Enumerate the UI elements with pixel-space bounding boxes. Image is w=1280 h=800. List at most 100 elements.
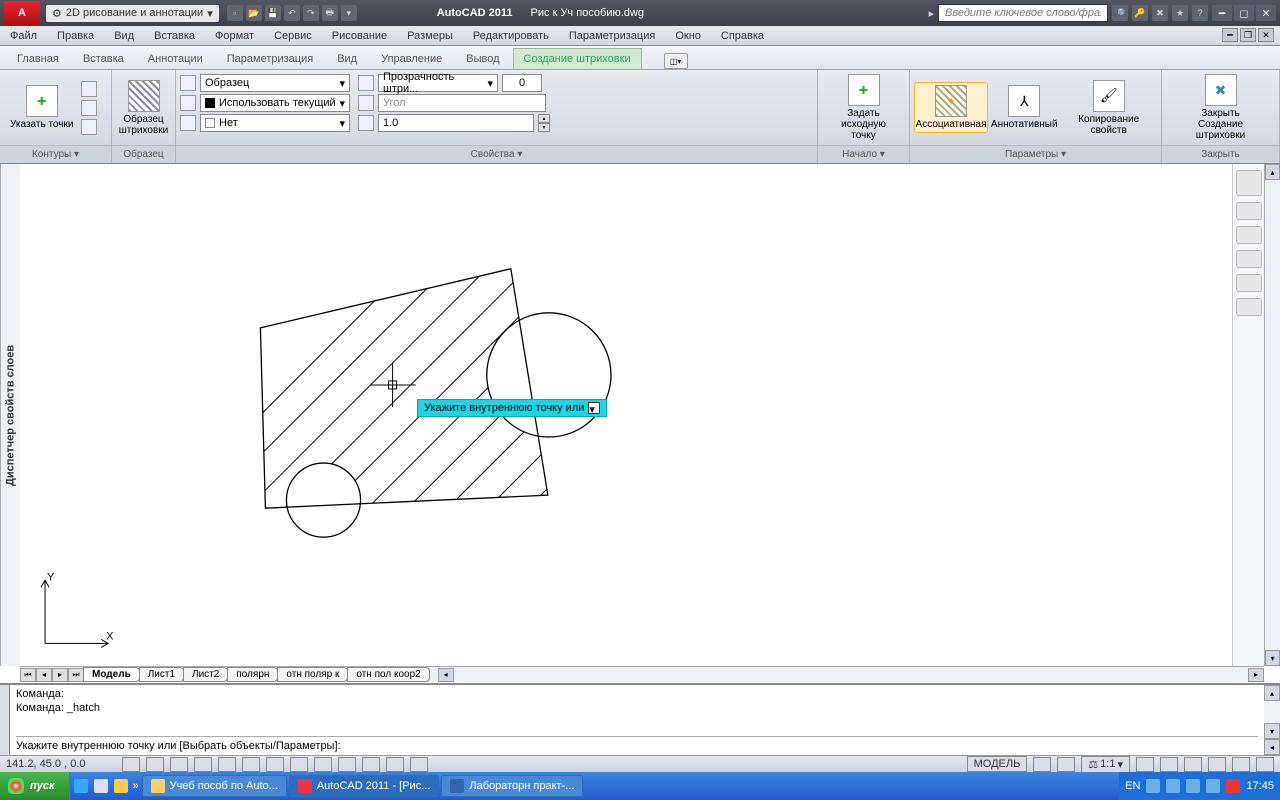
panel-boundaries-title[interactable]: Контуры ▾ xyxy=(0,145,111,163)
tray-app-icon[interactable] xyxy=(1206,779,1220,793)
toolbar-lock-icon[interactable] xyxy=(1184,757,1202,772)
tab-insert[interactable]: Вставка xyxy=(72,48,135,69)
maximize-button[interactable]: ◻ xyxy=(1234,5,1254,21)
cmd-scroll-up-icon[interactable]: ▴ xyxy=(1264,685,1280,701)
menu-parametric[interactable]: Параметризация xyxy=(569,30,655,42)
infocenter-arrow-icon[interactable]: ▸ xyxy=(928,7,934,20)
quick-view-layouts-icon[interactable] xyxy=(1033,757,1051,772)
annotation-scale[interactable]: ⚖1:1▾ xyxy=(1081,756,1130,773)
hatch-bg-combo[interactable]: Нет▾ xyxy=(200,114,350,132)
menu-dimension[interactable]: Размеры xyxy=(407,30,453,42)
tpy-icon[interactable] xyxy=(362,757,380,772)
layout-tab-polar[interactable]: полярн xyxy=(227,667,278,682)
quick-view-drawings-icon[interactable] xyxy=(1057,757,1075,772)
match-properties-button[interactable]: 🖌 Копирование свойств xyxy=(1060,78,1157,138)
language-indicator[interactable]: EN xyxy=(1125,780,1140,792)
layout-tab-relcoord[interactable]: отн пол коор2 xyxy=(347,667,429,682)
osnap-icon[interactable] xyxy=(218,757,236,772)
menu-format[interactable]: Формат xyxy=(215,30,254,42)
associative-button[interactable]: ✦ Ассоциативная xyxy=(914,82,988,133)
cmd-prompt[interactable]: Укажите внутреннюю точку или [Выбрать об… xyxy=(16,736,1258,753)
polar-icon[interactable] xyxy=(194,757,212,772)
tab-view[interactable]: Вид xyxy=(326,48,368,69)
layout-tab-model[interactable]: Модель xyxy=(83,667,140,682)
lwt-icon[interactable] xyxy=(338,757,356,772)
ortho-icon[interactable] xyxy=(170,757,188,772)
quicklaunch-expand-icon[interactable]: » xyxy=(132,775,140,797)
command-line[interactable]: Команда: Команда: _hatch Укажите внутрен… xyxy=(0,683,1280,755)
vertical-scrollbar[interactable]: ▴ ▾ xyxy=(1264,164,1280,666)
menu-draw[interactable]: Рисование xyxy=(332,30,387,42)
hatch-bg-icon[interactable] xyxy=(180,115,196,131)
quicklaunch-tc-icon[interactable] xyxy=(112,775,130,797)
panel-options-title[interactable]: Параметры ▾ xyxy=(910,145,1161,163)
close-button[interactable]: ✕ xyxy=(1256,5,1276,21)
taskbar-item-autocad[interactable]: AutoCAD 2011 - [Рис... xyxy=(289,775,440,797)
menu-edit[interactable]: Правка xyxy=(57,30,94,42)
layout-tab-sheet1[interactable]: Лист1 xyxy=(139,667,184,682)
remove-boundary-icon[interactable] xyxy=(81,100,97,116)
workspace-switch-icon[interactable] xyxy=(1160,757,1178,772)
navbar-home-icon[interactable] xyxy=(1236,202,1262,220)
hatch-type-combo[interactable]: Образец▾ xyxy=(200,74,350,92)
set-origin-button[interactable]: ✚ Задать исходную точку xyxy=(822,72,905,143)
menu-insert[interactable]: Вставка xyxy=(154,30,195,42)
binoculars-icon[interactable]: 🔎 xyxy=(1112,5,1128,21)
ducs-icon[interactable] xyxy=(290,757,308,772)
sc-icon[interactable] xyxy=(410,757,428,772)
snap-mode-icon[interactable] xyxy=(122,757,140,772)
scroll-up-icon[interactable]: ▴ xyxy=(1265,164,1280,180)
tab-annotate[interactable]: Аннотации xyxy=(137,48,214,69)
tab-home[interactable]: Главная xyxy=(6,48,70,69)
tray-kaspersky-icon[interactable] xyxy=(1226,779,1240,793)
hardware-accel-icon[interactable] xyxy=(1208,757,1226,772)
angle-icon[interactable] xyxy=(358,95,374,111)
coordinates[interactable]: 141.2, 45.0 , 0.0 xyxy=(6,758,116,770)
scroll-left-icon[interactable]: ◂ xyxy=(438,668,454,682)
quicklaunch-desktop-icon[interactable] xyxy=(92,775,110,797)
close-hatch-button[interactable]: ✖ Закрыть Создание штриховки xyxy=(1166,72,1275,143)
angle-input[interactable]: Угол xyxy=(378,94,546,112)
save-icon[interactable]: 💾 xyxy=(265,5,281,21)
tray-volume-icon[interactable] xyxy=(1166,779,1180,793)
tray-network-icon[interactable] xyxy=(1146,779,1160,793)
layout-next-icon[interactable]: ▸ xyxy=(52,668,68,682)
tab-hatch-creation[interactable]: Создание штриховки xyxy=(513,48,642,69)
3dosnap-icon[interactable] xyxy=(242,757,260,772)
new-icon[interactable]: ▫ xyxy=(227,5,243,21)
cmd-options-icon[interactable]: ◂ xyxy=(1264,739,1280,755)
hatch-color-combo[interactable]: Использовать текущий▾ xyxy=(200,94,350,112)
quicklaunch-ie-icon[interactable] xyxy=(72,775,90,797)
transparency-combo[interactable]: Прозрачность штри...▾ xyxy=(378,74,498,92)
open-icon[interactable]: 📂 xyxy=(246,5,262,21)
select-objects-icon[interactable] xyxy=(81,81,97,97)
hatch-type-icon[interactable] xyxy=(180,75,196,91)
clean-screen-icon[interactable] xyxy=(1256,757,1274,772)
drawing-canvas[interactable]: Y X Укажите внутреннюю точку или ▾ xyxy=(20,164,1232,666)
spinner-down[interactable]: ▾ xyxy=(538,123,550,132)
start-button[interactable]: пуск xyxy=(0,772,70,800)
menu-tools[interactable]: Сервис xyxy=(274,30,312,42)
transparency-icon[interactable] xyxy=(358,75,374,91)
star-icon[interactable]: ★ xyxy=(1172,5,1188,21)
isolate-objects-icon[interactable] xyxy=(1232,757,1250,772)
layout-prev-icon[interactable]: ◂ xyxy=(36,668,52,682)
horizontal-scrollbar[interactable]: ◂ ▸ xyxy=(438,668,1264,682)
panel-origin-title[interactable]: Начало ▾ xyxy=(818,145,909,163)
help-icon[interactable]: ? xyxy=(1192,5,1208,21)
dyn-icon[interactable] xyxy=(314,757,332,772)
undo-icon[interactable]: ↶ xyxy=(284,5,300,21)
hatch-color-icon[interactable] xyxy=(180,95,196,111)
tray-shield-icon[interactable] xyxy=(1186,779,1200,793)
scroll-right-icon[interactable]: ▸ xyxy=(1248,668,1264,682)
menu-help[interactable]: Справка xyxy=(721,30,764,42)
layout-first-icon[interactable]: ⏮ xyxy=(20,668,36,682)
workspace-selector[interactable]: ⚙ 2D рисование и аннотации ▾ xyxy=(46,5,219,22)
annotation-visibility-icon[interactable] xyxy=(1136,757,1154,772)
qp-icon[interactable] xyxy=(386,757,404,772)
chevron-down-icon[interactable]: ▾ xyxy=(341,5,357,21)
pick-points-button[interactable]: ✚ Указать точки xyxy=(4,83,79,132)
scale-icon[interactable] xyxy=(358,115,374,131)
print-icon[interactable]: 🖶 xyxy=(322,5,338,21)
grid-icon[interactable] xyxy=(146,757,164,772)
